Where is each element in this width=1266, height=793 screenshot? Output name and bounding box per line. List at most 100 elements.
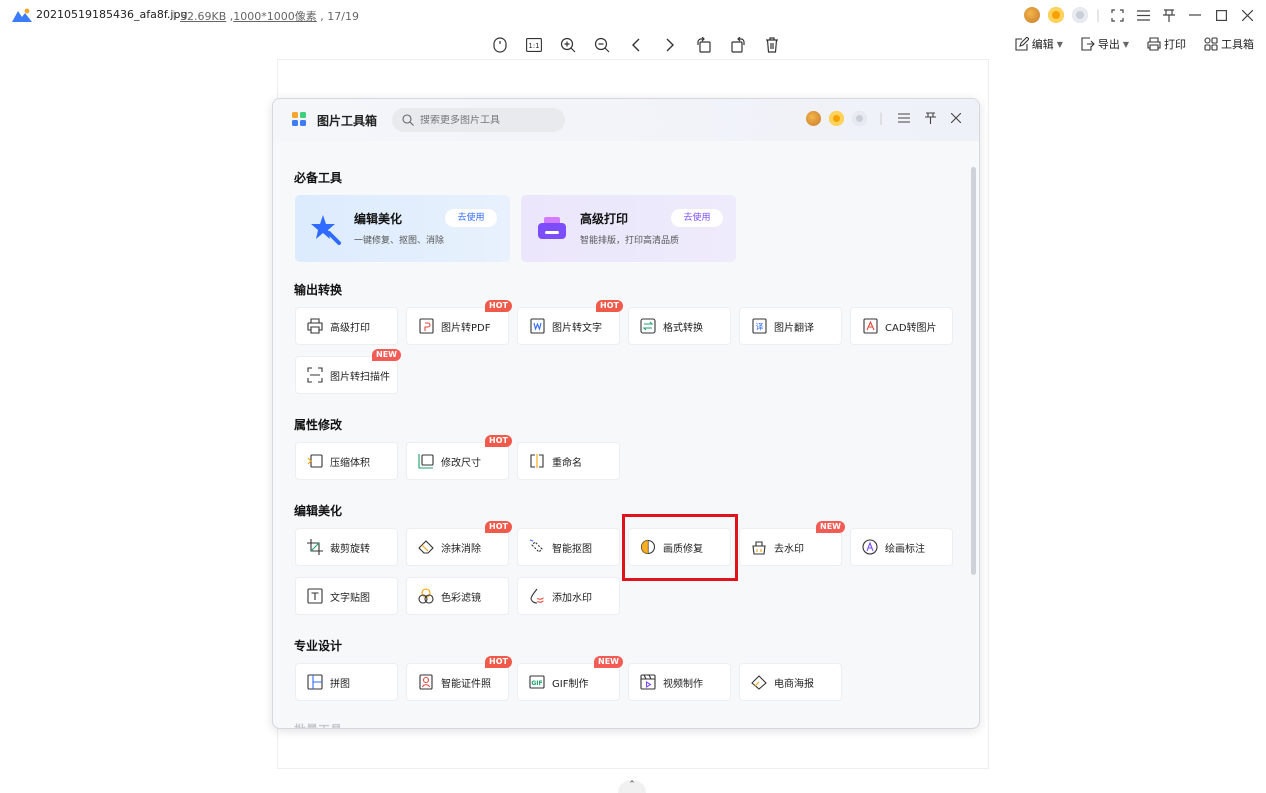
pen-icon	[861, 538, 879, 556]
tool-label: 色彩滤镜	[441, 592, 481, 604]
next-image-icon[interactable]	[660, 35, 680, 55]
tool-color-filter[interactable]: 色彩滤镜	[406, 577, 509, 615]
tool-crop-rotate[interactable]: 裁剪旋转	[295, 528, 398, 566]
collage-icon	[306, 673, 324, 691]
watermark-icon	[528, 587, 546, 605]
remove-watermark-icon	[750, 538, 768, 556]
tool-format-convert[interactable]: 格式转换	[628, 307, 731, 345]
rotate-left-icon[interactable]	[694, 35, 714, 55]
tool-erase[interactable]: 涂抹消除 HOT	[406, 521, 512, 566]
tool-smart-cutout[interactable]: 智能抠图	[517, 528, 620, 566]
tool-label: 压缩体积	[330, 457, 370, 469]
tool-cad-to-image[interactable]: CAD转图片	[850, 307, 953, 345]
use-button[interactable]: 去使用	[671, 209, 723, 227]
translate-icon: 译	[750, 317, 768, 335]
tool-id-photo[interactable]: 智能证件照 HOT	[406, 656, 512, 701]
export-menu-button[interactable]: 导出 ▼	[1081, 36, 1129, 52]
export-label: 导出	[1097, 38, 1120, 51]
tool-draw-annotate[interactable]: 绘画标注	[850, 528, 953, 566]
edit-label: 编辑	[1031, 38, 1054, 51]
export-icon	[1081, 37, 1095, 51]
tool-gif-maker[interactable]: GIF GIF制作 NEW	[517, 656, 623, 701]
member-cookie-icon[interactable]	[1023, 7, 1040, 23]
tool-label: 图片转PDF	[441, 322, 491, 334]
pin-icon[interactable]	[1160, 6, 1178, 24]
tool-label: 电商海报	[774, 678, 814, 690]
search-input[interactable]	[420, 114, 550, 126]
new-tag: NEW	[372, 349, 401, 361]
chevron-down-icon: ▼	[1056, 39, 1063, 49]
tool-image-to-scan[interactable]: 图片转扫描件 NEW	[295, 349, 401, 394]
toolbox-button[interactable]: 工具箱	[1204, 36, 1254, 52]
tool-image-to-text[interactable]: 图片转文字 HOT	[517, 300, 623, 345]
delete-icon[interactable]	[762, 35, 782, 55]
tool-label: 图片转文字	[552, 322, 602, 334]
title-bar: 20210519185436_afa8f.jpg | 52.69KB ,1000…	[0, 0, 1266, 30]
tool-text-sticker[interactable]: 文字贴图	[295, 577, 398, 615]
toolbox-logo-icon	[292, 112, 306, 126]
toolbox-header-actions: |	[805, 109, 965, 127]
toolbox-header: 图片工具箱 |	[273, 99, 979, 141]
member-silver-icon[interactable]	[1071, 7, 1088, 23]
menu-icon[interactable]	[1134, 6, 1152, 24]
edit-menu-button[interactable]: 编辑 ▼	[1015, 36, 1063, 52]
tool-resize[interactable]: 修改尺寸 HOT	[406, 435, 512, 480]
rotate-right-icon[interactable]	[728, 35, 748, 55]
printer-icon	[1147, 37, 1161, 51]
tool-label: 文字贴图	[330, 592, 370, 604]
member-gold-icon[interactable]	[1047, 7, 1064, 23]
tool-collage[interactable]: 拼图	[295, 663, 398, 701]
close-icon[interactable]	[947, 109, 965, 127]
menu-icon[interactable]	[895, 109, 913, 127]
file-size[interactable]: 52.69KB	[180, 10, 226, 23]
tool-video-maker[interactable]: 视频制作	[628, 663, 731, 701]
file-dims[interactable]: 1000*1000像素	[233, 10, 317, 23]
member-gold-icon[interactable]	[828, 110, 844, 126]
toolbox-search[interactable]	[392, 108, 565, 132]
close-icon[interactable]	[1238, 6, 1256, 24]
mouse-mode-icon[interactable]	[490, 35, 510, 55]
tool-label: 拼图	[330, 678, 350, 690]
tool-add-watermark[interactable]: 添加水印	[517, 577, 620, 615]
hot-tag: HOT	[485, 656, 512, 668]
feature-desc: 一键修复、抠图、消除	[354, 236, 445, 246]
rename-icon	[528, 452, 546, 470]
app-logo-icon	[12, 8, 32, 22]
section-title-essential: 必备工具	[294, 171, 343, 185]
toolbox-scrollbar[interactable]	[971, 167, 976, 575]
use-button[interactable]: 去使用	[445, 209, 497, 227]
member-silver-icon[interactable]	[851, 110, 867, 126]
fullscreen-icon[interactable]	[1108, 6, 1126, 24]
id-photo-icon	[417, 673, 435, 691]
tool-advanced-print[interactable]: 高级打印	[295, 307, 398, 345]
tool-compress[interactable]: 压缩体积	[295, 442, 398, 480]
resize-icon	[417, 452, 435, 470]
member-cookie-icon[interactable]	[805, 110, 821, 126]
convert-icon	[639, 317, 657, 335]
printer-icon	[306, 317, 324, 335]
tool-label: 智能抠图	[552, 543, 592, 555]
previous-image-icon[interactable]	[626, 35, 646, 55]
tool-image-to-pdf[interactable]: 图片转PDF HOT	[406, 300, 512, 345]
minimize-icon[interactable]	[1186, 6, 1204, 24]
edit-icon	[1015, 37, 1029, 51]
pin-icon[interactable]	[921, 109, 939, 127]
title-divider: |	[1095, 8, 1100, 22]
zoom-out-icon[interactable]	[592, 35, 612, 55]
print-button[interactable]: 打印	[1147, 36, 1186, 52]
feature-card-print[interactable]: 高级打印 智能排版，打印高清品质 去使用	[521, 195, 736, 262]
tool-image-translate[interactable]: 译 图片翻译	[739, 307, 842, 345]
actual-size-icon[interactable]: 1:1	[524, 35, 544, 55]
tool-rename[interactable]: 重命名	[517, 442, 620, 480]
printer-icon	[538, 217, 566, 239]
zoom-in-icon[interactable]	[558, 35, 578, 55]
tool-label: 重命名	[552, 457, 582, 469]
thumbnail-toggle-icon[interactable]: ⌃	[618, 780, 646, 793]
tool-remove-watermark[interactable]: 去水印 NEW	[739, 521, 845, 566]
maximize-icon[interactable]	[1212, 6, 1230, 24]
feature-card-edit[interactable]: 编辑美化 一键修复、抠图、消除 去使用	[295, 195, 510, 262]
hot-tag: HOT	[485, 300, 512, 312]
print-label: 打印	[1164, 38, 1186, 51]
chevron-down-icon: ▼	[1122, 39, 1129, 49]
tool-ecommerce-poster[interactable]: 电商海报	[739, 663, 842, 701]
